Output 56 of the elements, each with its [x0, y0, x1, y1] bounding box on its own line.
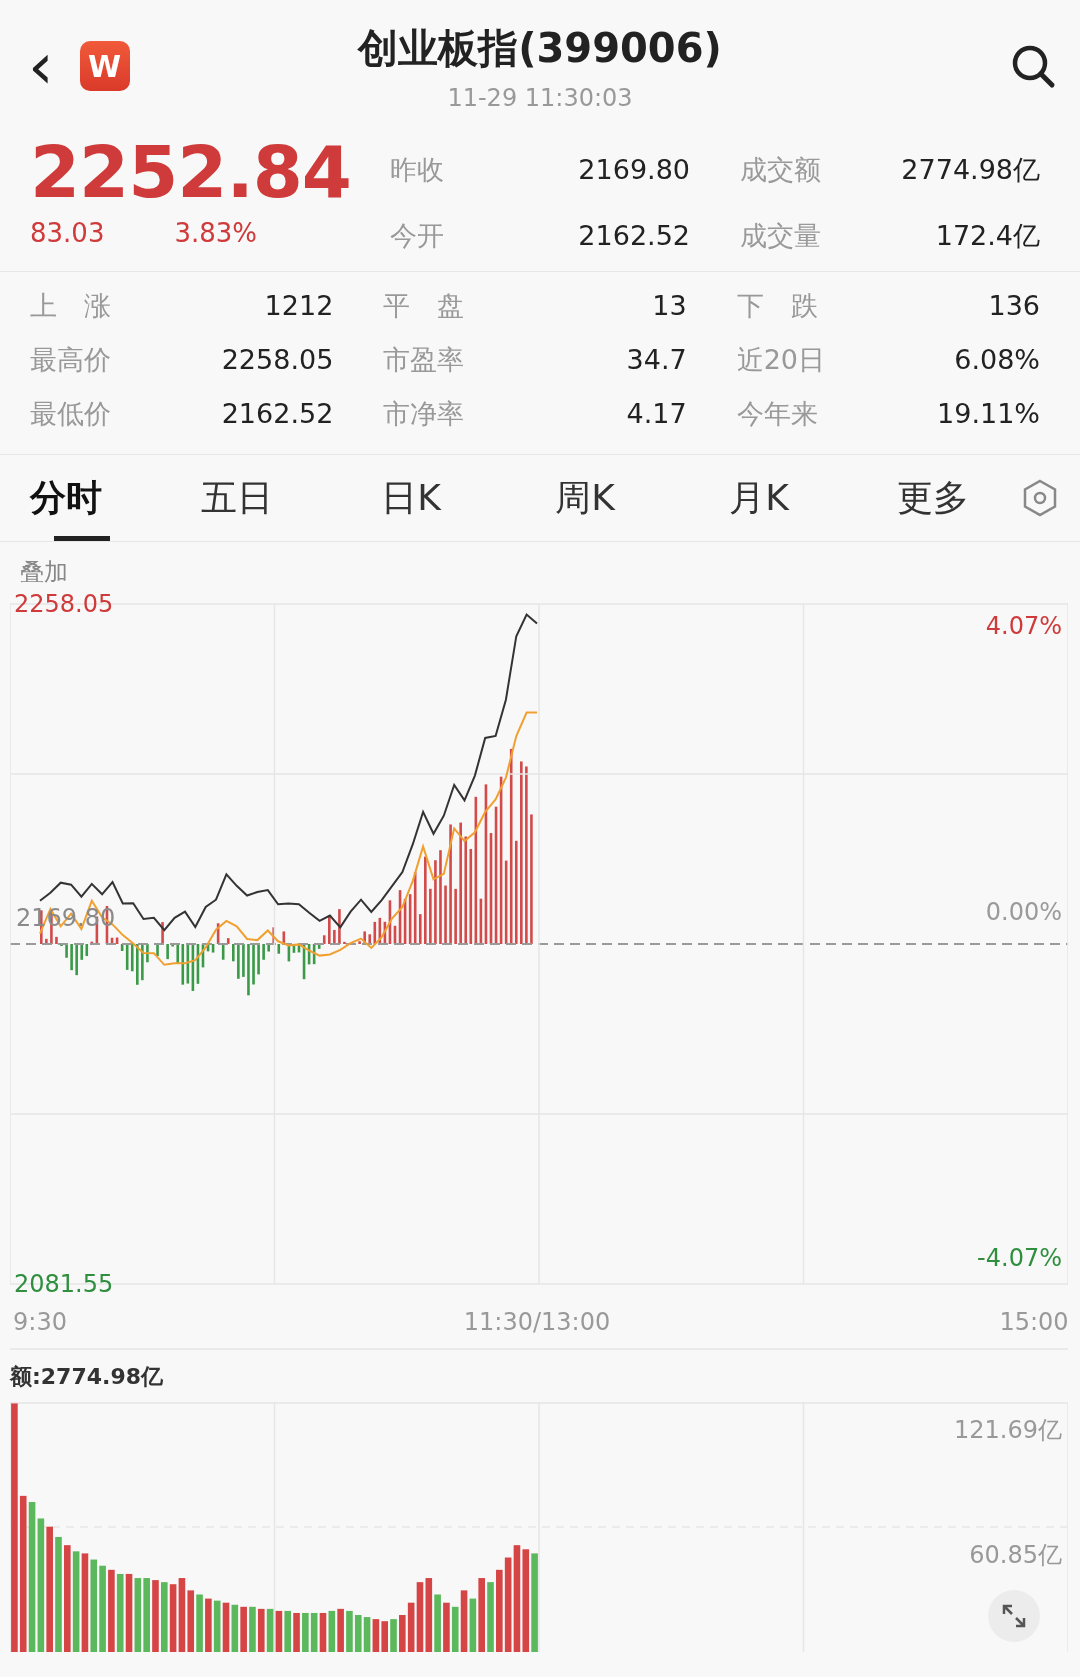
stat-value: 2162.52	[578, 219, 690, 253]
stat-label: 近20日	[736, 343, 825, 377]
stat-value: 1212	[264, 289, 334, 323]
axis-label: 4.07%	[985, 612, 1062, 640]
expand-button[interactable]	[988, 1590, 1040, 1642]
search-icon[interactable]	[1010, 43, 1056, 89]
time-label: 15:00	[999, 1308, 1068, 1336]
stat-label: 今年来	[736, 397, 818, 431]
axis-label: 121.69亿	[954, 1416, 1062, 1444]
back-button[interactable]: ‹	[24, 34, 58, 98]
stat-value: 2162.52	[221, 397, 334, 431]
stat-label: 最低价	[30, 397, 111, 431]
axis-label: 0.00%	[985, 898, 1062, 926]
expand-icon	[1000, 1602, 1028, 1630]
stat-value: 2169.80	[578, 153, 690, 187]
axis-label: 60.85亿	[969, 1541, 1062, 1569]
stat-label: 成交额	[740, 153, 821, 187]
axis-label: -4.07%	[977, 1244, 1062, 1272]
volume-bar	[487, 1582, 494, 1652]
stat-value: 172.4亿	[935, 219, 1040, 253]
price-change: 83.03	[30, 218, 105, 248]
stat-value: 2774.98亿	[901, 153, 1040, 187]
chart-tab[interactable]: 周K	[498, 455, 672, 541]
time-label: 9:30	[13, 1308, 67, 1336]
volume-bar	[152, 1580, 159, 1652]
change-percent: 3.83%	[174, 218, 258, 248]
stat-label: 昨收	[390, 153, 444, 187]
stat-value: 4.17	[626, 397, 687, 431]
stat-label: 市盈率	[383, 343, 465, 377]
stat-value: 6.08%	[954, 343, 1040, 377]
last-price: 2252.84	[30, 132, 350, 212]
chart-tab[interactable]: 月K	[672, 455, 846, 541]
stat-value: 136	[988, 289, 1040, 323]
turnover-label: 额:2774.98亿	[8, 1363, 164, 1391]
volume-bar	[390, 1619, 397, 1652]
chart-tab[interactable]: 更多	[846, 455, 1020, 541]
index-title: 创业板指(399006)	[358, 23, 722, 73]
stat-value: 34.7	[626, 343, 687, 377]
chart-tab[interactable]: 日K	[324, 455, 498, 541]
stat-value: 13	[652, 289, 687, 323]
chart-tab[interactable]: 分时	[30, 455, 150, 541]
stat-label: 今开	[390, 219, 444, 253]
app-logo: W	[79, 41, 130, 91]
stat-value: 2258.05	[221, 343, 334, 377]
stat-label: 平 盘	[383, 289, 465, 323]
time-label: 11:30/13:00	[463, 1308, 611, 1336]
stat-label: 最高价	[30, 343, 111, 377]
stat-label: 上 涨	[30, 289, 111, 323]
stat-label: 下 跌	[736, 289, 818, 323]
update-time: 11-29 11:30:03	[447, 83, 633, 112]
stat-value: 19.11%	[937, 397, 1040, 431]
stat-label: 成交量	[740, 219, 821, 253]
chart-tab[interactable]: 五日	[150, 455, 324, 541]
axis-label: 2258.05	[14, 590, 114, 618]
stat-label: 市净率	[383, 397, 465, 431]
axis-label: 2081.55	[14, 1270, 114, 1298]
